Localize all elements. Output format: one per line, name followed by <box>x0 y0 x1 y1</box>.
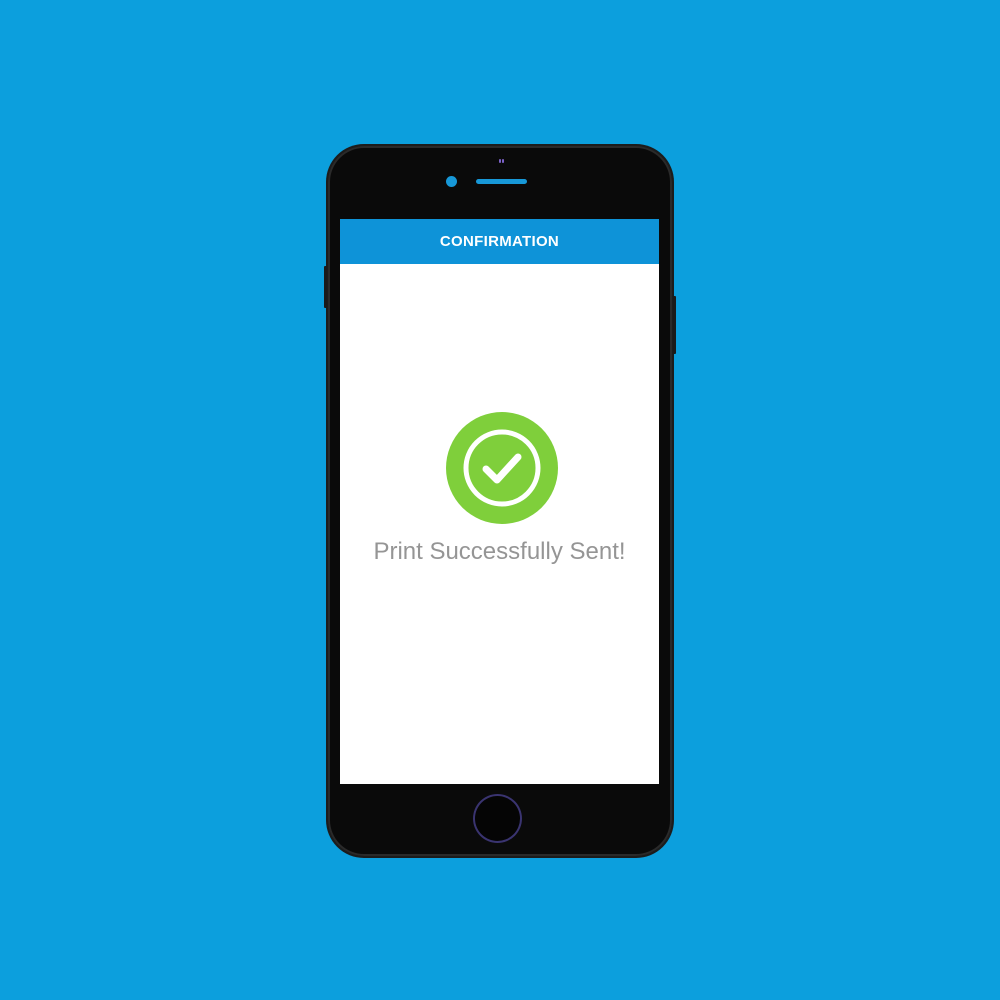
page-title: CONFIRMATION <box>439 233 560 250</box>
speaker-grille <box>476 179 527 184</box>
volume-button <box>324 266 327 308</box>
check-circle-icon <box>446 412 558 524</box>
power-button <box>673 296 676 354</box>
front-camera-icon <box>446 176 457 187</box>
home-button[interactable] <box>473 794 522 843</box>
phone-screen: CONFIRMATION Print Successfully Sent! <box>340 219 659 784</box>
phone-device: CONFIRMATION Print Successfully Sent! <box>324 146 676 856</box>
background: CONFIRMATION Print Successfully Sent! <box>0 0 1000 1000</box>
success-message: Print Successfully Sent! <box>373 538 626 565</box>
app-header: CONFIRMATION <box>340 219 659 264</box>
proximity-sensor <box>499 159 504 163</box>
